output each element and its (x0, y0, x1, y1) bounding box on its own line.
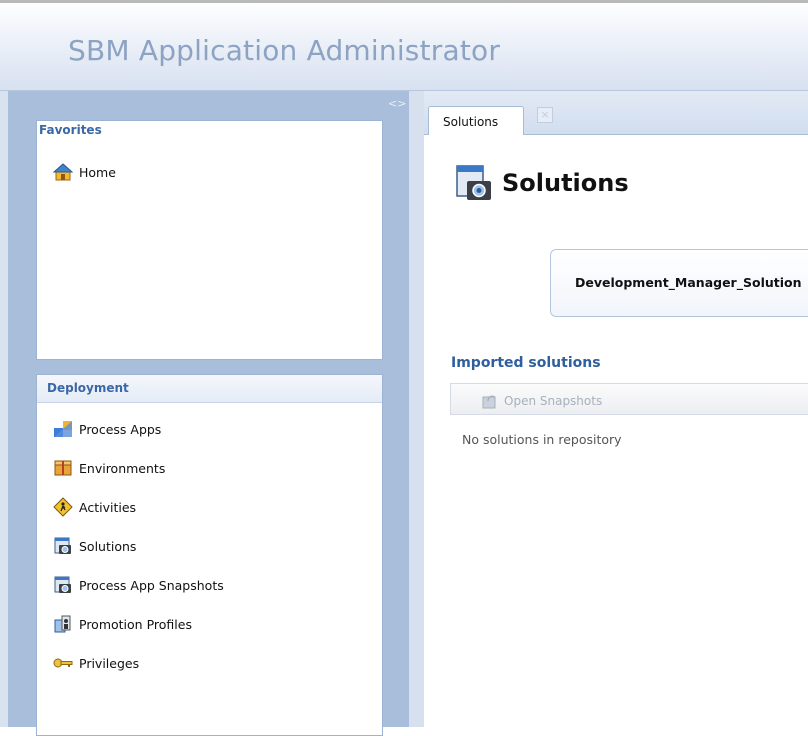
favorite-item-home[interactable]: Home (52, 162, 116, 182)
solutions-icon (53, 536, 73, 556)
nav-item-promotion-profiles[interactable]: Promotion Profiles (53, 614, 192, 634)
home-icon (52, 162, 74, 182)
nav-item-privileges[interactable]: Privileges (53, 653, 139, 673)
activities-icon (53, 497, 73, 517)
environments-icon (53, 458, 73, 478)
snapshots-icon (53, 575, 73, 595)
favorites-title: Favorites (39, 123, 102, 137)
close-tab-icon[interactable]: × (537, 107, 553, 123)
deployment-titlebar: Deployment (37, 375, 382, 403)
deployment-panel: Deployment Process Apps Environments Act… (36, 374, 383, 736)
open-snapshots-label: Open Snapshots (504, 394, 603, 408)
nav-item-label: Process Apps (79, 421, 162, 437)
nav-item-solutions[interactable]: Solutions (53, 536, 136, 556)
nav-item-activities[interactable]: Activities (53, 497, 136, 517)
favorite-item-label: Home (79, 164, 116, 180)
left-edge (0, 91, 8, 727)
app-title: SBM Application Administrator (68, 34, 501, 67)
page-title: Solutions (502, 169, 629, 197)
collapse-panel-button[interactable]: <> (388, 97, 406, 110)
tab-label: Solutions (443, 115, 499, 129)
promotion-profiles-icon (53, 614, 73, 634)
privileges-icon (53, 653, 73, 673)
open-snapshots-button[interactable]: Open Snapshots (481, 392, 602, 410)
solution-card-label: Development_Manager_Solution (575, 275, 802, 290)
nav-item-label: Promotion Profiles (79, 616, 192, 632)
top-border (0, 0, 808, 3)
imported-toolbar: Open Snapshots (450, 383, 808, 415)
solutions-large-icon (455, 163, 493, 203)
nav-item-label: Activities (79, 499, 137, 515)
favorites-panel: Favorites Home (36, 120, 383, 360)
empty-state-text: No solutions in repository (462, 432, 622, 447)
imported-solutions-title: Imported solutions (451, 355, 601, 371)
nav-item-environments[interactable]: Environments (53, 458, 165, 478)
open-snapshots-icon (481, 392, 499, 410)
nav-item-label: Process App Snapshots (79, 577, 224, 593)
app-header: SBM Application Administrator (0, 0, 808, 91)
tab-solutions[interactable]: Solutions (428, 106, 524, 135)
deployment-title: Deployment (47, 381, 129, 395)
panel-splitter[interactable] (409, 91, 424, 727)
nav-item-label: Privileges (79, 655, 140, 671)
solution-card[interactable]: Development_Manager_Solution (550, 249, 808, 317)
nav-item-process-apps[interactable]: Process Apps (53, 419, 161, 439)
nav-item-label: Environments (79, 460, 166, 476)
nav-item-process-app-snapshots[interactable]: Process App Snapshots (53, 575, 224, 595)
nav-item-label: Solutions (79, 538, 137, 554)
process-apps-icon (53, 419, 73, 439)
